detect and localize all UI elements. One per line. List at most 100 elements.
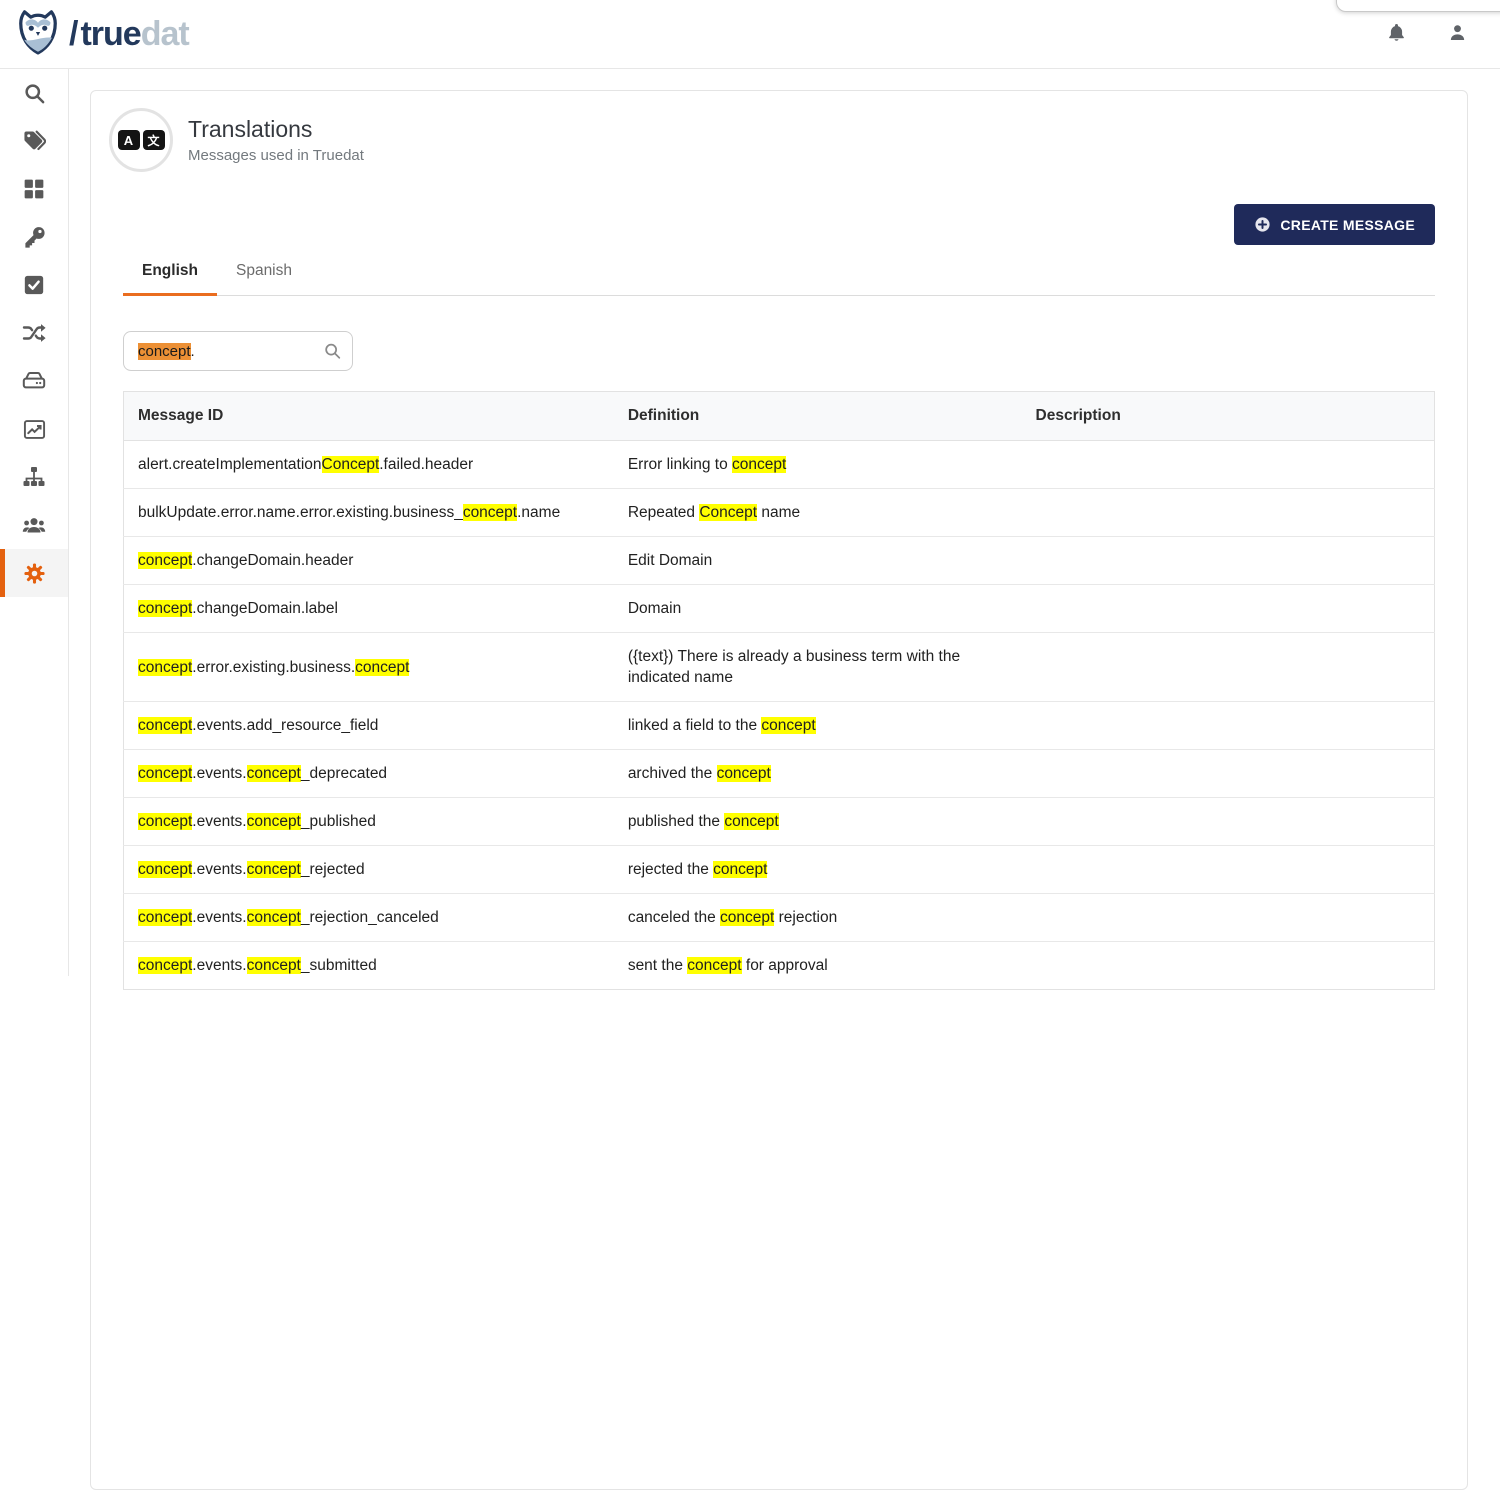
- sidebar-item-gear[interactable]: [0, 549, 68, 597]
- description-cell: [1022, 633, 1435, 702]
- user-icon: [1447, 21, 1468, 47]
- definition-cell: published the concept: [614, 798, 1022, 846]
- grid-icon: [23, 178, 45, 200]
- truedat-logo[interactable]: /truedat: [15, 8, 189, 61]
- message-id-cell: concept.changeDomain.label: [124, 585, 614, 633]
- definition-cell: Error linking to concept: [614, 441, 1022, 489]
- sidebar-item-shuffle[interactable]: [0, 309, 68, 357]
- logo-brand-primary: true: [80, 15, 140, 53]
- sidebar-item-users[interactable]: [0, 501, 68, 549]
- table-row[interactable]: concept.changeDomain.headerEdit Domain: [124, 537, 1435, 585]
- main-content: A 文 Translations Messages used in Trueda…: [69, 69, 1500, 976]
- definition-cell: canceled the concept rejection: [614, 894, 1022, 942]
- message-id-cell: concept.events.concept_published: [124, 798, 614, 846]
- sidebar-item-tags[interactable]: [0, 117, 68, 165]
- message-id-cell: concept.events.concept_rejection_cancele…: [124, 894, 614, 942]
- messages-table: Message ID Definition Description alert.…: [123, 391, 1435, 990]
- description-cell: [1022, 441, 1435, 489]
- gear-icon: [23, 562, 46, 585]
- column-header-message-id: Message ID: [124, 392, 614, 441]
- check-square-icon: [23, 274, 45, 296]
- search-input[interactable]: concept.: [123, 331, 353, 371]
- sidebar-item-key[interactable]: [0, 213, 68, 261]
- sidebar-item-grid[interactable]: [0, 165, 68, 213]
- description-cell: [1022, 585, 1435, 633]
- logo-slash: /: [69, 15, 77, 53]
- page-header: A 文 Translations Messages used in Trueda…: [91, 91, 1467, 178]
- description-cell: [1022, 750, 1435, 798]
- language-tabs: English Spanish: [123, 249, 1435, 296]
- description-cell: [1022, 894, 1435, 942]
- translations-card: A 文 Translations Messages used in Trueda…: [90, 90, 1468, 1490]
- search-icon: [323, 342, 342, 361]
- column-header-definition: Definition: [614, 392, 1022, 441]
- definition-cell: linked a field to the concept: [614, 702, 1022, 750]
- tags-icon: [23, 130, 46, 153]
- table-row[interactable]: concept.error.existing.business.concept(…: [124, 633, 1435, 702]
- sidebar-item-chart[interactable]: [0, 405, 68, 453]
- table-row[interactable]: concept.events.add_resource_fieldlinked …: [124, 702, 1435, 750]
- table-row[interactable]: concept.events.concept_rejectedrejected …: [124, 846, 1435, 894]
- table-row[interactable]: concept.events.concept_rejection_cancele…: [124, 894, 1435, 942]
- definition-cell: archived the concept: [614, 750, 1022, 798]
- definition-cell: Domain: [614, 585, 1022, 633]
- sidebar: [0, 69, 69, 976]
- key-icon: [23, 226, 46, 249]
- bell-icon: [1386, 21, 1407, 47]
- description-cell: [1022, 942, 1435, 990]
- sidebar-item-check-square[interactable]: [0, 261, 68, 309]
- table-row[interactable]: alert.createImplementationConcept.failed…: [124, 441, 1435, 489]
- search-icon: [23, 82, 46, 105]
- message-id-cell: concept.events.concept_rejected: [124, 846, 614, 894]
- table-row[interactable]: concept.changeDomain.labelDomain: [124, 585, 1435, 633]
- definition-cell: Edit Domain: [614, 537, 1022, 585]
- shuffle-icon: [22, 321, 46, 345]
- message-id-cell: concept.events.concept_submitted: [124, 942, 614, 990]
- definition-cell: sent the concept for approval: [614, 942, 1022, 990]
- create-message-label: CREATE MESSAGE: [1280, 217, 1415, 233]
- description-cell: [1022, 702, 1435, 750]
- chart-icon: [23, 418, 46, 441]
- topbar: /truedat: [0, 0, 1500, 69]
- owl-icon: [15, 8, 61, 61]
- search-rest-text: .: [191, 343, 195, 360]
- message-id-cell: concept.error.existing.business.concept: [124, 633, 614, 702]
- message-id-cell: bulkUpdate.error.name.error.existing.bus…: [124, 489, 614, 537]
- tab-spanish[interactable]: Spanish: [217, 249, 311, 295]
- translate-icon: A 文: [109, 108, 173, 172]
- tab-english[interactable]: English: [123, 249, 217, 295]
- drive-icon: [22, 369, 46, 393]
- translate-glyph-a: A: [118, 130, 140, 150]
- sidebar-item-search[interactable]: [0, 69, 68, 117]
- users-icon: [21, 513, 47, 537]
- description-cell: [1022, 846, 1435, 894]
- page-subtitle: Messages used in Truedat: [188, 147, 364, 164]
- sidebar-item-drive[interactable]: [0, 357, 68, 405]
- table-row[interactable]: concept.events.concept_submittedsent the…: [124, 942, 1435, 990]
- description-cell: [1022, 798, 1435, 846]
- popup-fragment: [1336, 0, 1500, 12]
- hierarchy-icon: [22, 465, 46, 489]
- sidebar-item-hierarchy[interactable]: [0, 453, 68, 501]
- definition-cell: rejected the concept: [614, 846, 1022, 894]
- table-row[interactable]: bulkUpdate.error.name.error.existing.bus…: [124, 489, 1435, 537]
- definition-cell: ({text}) There is already a business ter…: [614, 633, 1022, 702]
- message-id-cell: alert.createImplementationConcept.failed…: [124, 441, 614, 489]
- create-message-button[interactable]: CREATE MESSAGE: [1234, 204, 1435, 245]
- search-selected-text: concept: [138, 343, 191, 360]
- message-id-cell: concept.events.concept_deprecated: [124, 750, 614, 798]
- notifications-button[interactable]: [1386, 21, 1407, 47]
- message-id-cell: concept.events.add_resource_field: [124, 702, 614, 750]
- translate-glyph-b: 文: [143, 130, 165, 150]
- logo-brand-secondary: dat: [141, 15, 189, 53]
- table-row[interactable]: concept.events.concept_publishedpublishe…: [124, 798, 1435, 846]
- message-id-cell: concept.changeDomain.header: [124, 537, 614, 585]
- table-row[interactable]: concept.events.concept_deprecatedarchive…: [124, 750, 1435, 798]
- plus-circle-icon: [1254, 216, 1271, 233]
- page-title: Translations: [188, 116, 364, 142]
- column-header-description: Description: [1022, 392, 1435, 441]
- description-cell: [1022, 537, 1435, 585]
- description-cell: [1022, 489, 1435, 537]
- user-menu-button[interactable]: [1447, 21, 1468, 47]
- definition-cell: Repeated Concept name: [614, 489, 1022, 537]
